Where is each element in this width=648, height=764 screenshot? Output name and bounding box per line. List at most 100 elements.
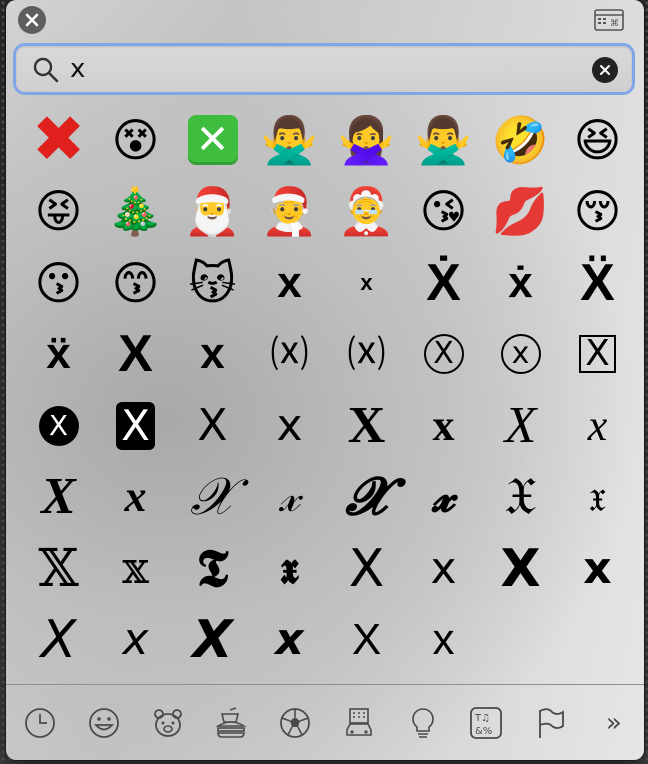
result-cell[interactable]: ẋ — [482, 247, 559, 319]
result-cell[interactable]: 🙅‍♀️ — [328, 104, 405, 176]
result-cell[interactable]: X — [174, 605, 251, 677]
burger-icon — [215, 707, 248, 738]
result-cell[interactable]: 😝 — [20, 176, 97, 248]
more-categories-button[interactable]: » — [596, 705, 632, 741]
result-cell[interactable]: x — [405, 533, 482, 605]
result-glyph: x — [277, 257, 302, 307]
result-cell[interactable]: 😵 — [97, 104, 174, 176]
result-cell[interactable]: 🧑‍🎄 — [251, 176, 328, 248]
result-cell[interactable]: x — [97, 462, 174, 534]
result-cell[interactable]: X — [559, 319, 636, 391]
result-glyph: 𝕿 — [196, 537, 229, 599]
result-cell[interactable]: 💋 — [482, 176, 559, 248]
result-glyph: x — [430, 542, 457, 594]
result-cell[interactable]: 𝔛 — [482, 462, 559, 534]
result-glyph: ⒳ — [347, 332, 386, 377]
result-glyph: X — [500, 538, 541, 599]
result-cell[interactable]: 😘 — [405, 176, 482, 248]
result-cell[interactable]: 𝕿 — [174, 533, 251, 605]
svg-text:T♫: T♫ — [474, 713, 490, 724]
result-cell[interactable]: X — [97, 319, 174, 391]
result-cell[interactable]: x — [559, 533, 636, 605]
result-cell[interactable]: ✕ — [174, 104, 251, 176]
category-flags-button[interactable] — [532, 705, 568, 741]
svg-text:⌘: ⌘ — [610, 19, 619, 29]
result-cell[interactable]: 😆 — [559, 104, 636, 176]
result-cell[interactable]: x — [482, 319, 559, 391]
result-cell[interactable]: x — [559, 390, 636, 462]
result-cell[interactable]: x — [405, 605, 482, 677]
result-cell[interactable]: ⒳ — [251, 319, 328, 391]
result-cell[interactable]: 𝓧 — [328, 462, 405, 534]
result-cell[interactable]: X — [20, 390, 97, 462]
result-cell[interactable]: ⒳ — [328, 319, 405, 391]
result-cell[interactable]: x — [251, 390, 328, 462]
result-cell[interactable]: X — [482, 533, 559, 605]
result-cell[interactable]: 🎄 — [97, 176, 174, 248]
result-glyph: 𝕩 — [122, 542, 149, 594]
result-cell[interactable]: 🙅‍♂️ — [251, 104, 328, 176]
result-cell[interactable]: X — [174, 390, 251, 462]
result-cell[interactable]: X — [328, 605, 405, 677]
result-cell[interactable]: ẍ — [20, 319, 97, 391]
category-smileys-button[interactable] — [86, 705, 122, 741]
category-food-button[interactable] — [213, 705, 249, 741]
category-activity-button[interactable] — [277, 705, 313, 741]
result-cell[interactable]: x — [251, 605, 328, 677]
result-cell[interactable]: X — [97, 390, 174, 462]
category-recent-button[interactable] — [22, 705, 58, 741]
result-glyph: 😵 — [111, 112, 160, 167]
search-input[interactable] — [70, 51, 570, 87]
emoji-picker-panel: ⌘ ✖😵✕🙅‍♂️🙅‍♀️🙅‍♂️🤣😆😝🎄🎅🧑‍🎄🤶😘💋😚😗😙😽xxẊẋẌẍXx… — [6, 0, 644, 760]
result-cell[interactable]: X — [328, 390, 405, 462]
result-cell[interactable]: x — [251, 247, 328, 319]
result-cell[interactable]: X — [482, 390, 559, 462]
result-glyph: X — [38, 405, 79, 446]
result-glyph: 𝓍 — [279, 471, 300, 523]
result-glyph: x — [200, 329, 225, 379]
result-cell[interactable]: X — [405, 319, 482, 391]
clear-search-button[interactable] — [592, 57, 618, 83]
result-cell[interactable]: 🤶 — [328, 176, 405, 248]
result-glyph: 💋 — [491, 184, 550, 239]
result-glyph: X — [192, 610, 233, 671]
character-viewer-button[interactable]: ⌘ — [594, 9, 624, 31]
result-cell[interactable]: X — [20, 462, 97, 534]
result-cell[interactable]: Ẍ — [559, 247, 636, 319]
result-cell[interactable]: ✖ — [20, 104, 97, 176]
category-travel-button[interactable] — [341, 705, 377, 741]
result-cell[interactable]: 𝔁 — [405, 462, 482, 534]
result-glyph: 😆 — [573, 112, 622, 167]
result-cell[interactable]: 😙 — [97, 247, 174, 319]
result-cell[interactable]: x — [405, 390, 482, 462]
result-cell[interactable]: 😗 — [20, 247, 97, 319]
result-cell[interactable]: X — [328, 533, 405, 605]
result-cell[interactable]: 🙅‍♂️ — [405, 104, 482, 176]
result-cell[interactable]: 😚 — [559, 176, 636, 248]
result-cell[interactable]: 𝕏 — [20, 533, 97, 605]
result-cell[interactable]: 🤣 — [482, 104, 559, 176]
result-cell[interactable]: X — [20, 605, 97, 677]
result-cell[interactable]: 𝕩 — [97, 533, 174, 605]
toolbar-divider — [6, 684, 644, 685]
result-cell[interactable]: x — [174, 319, 251, 391]
bear-icon — [153, 709, 182, 737]
category-symbols-button[interactable]: T♫ &% — [468, 705, 504, 741]
result-cell[interactable]: x — [97, 605, 174, 677]
result-cell[interactable]: 😽 — [174, 247, 251, 319]
result-cell[interactable]: 𝖝 — [251, 533, 328, 605]
category-animals-button[interactable] — [150, 705, 186, 741]
result-glyph: X — [504, 396, 537, 454]
result-glyph: 𝒳 — [190, 467, 235, 528]
result-cell[interactable]: x — [328, 247, 405, 319]
car-building-icon — [346, 708, 372, 736]
result-glyph: X — [347, 396, 386, 454]
category-objects-button[interactable] — [405, 705, 441, 741]
close-button[interactable] — [18, 6, 46, 34]
result-cell[interactable]: Ẋ — [405, 247, 482, 319]
result-cell[interactable]: 𝔵 — [559, 462, 636, 534]
result-cell[interactable]: 𝓍 — [251, 462, 328, 534]
result-cell[interactable]: 𝒳 — [174, 462, 251, 534]
result-glyph: X — [348, 538, 385, 599]
result-cell[interactable]: 🎅 — [174, 176, 251, 248]
